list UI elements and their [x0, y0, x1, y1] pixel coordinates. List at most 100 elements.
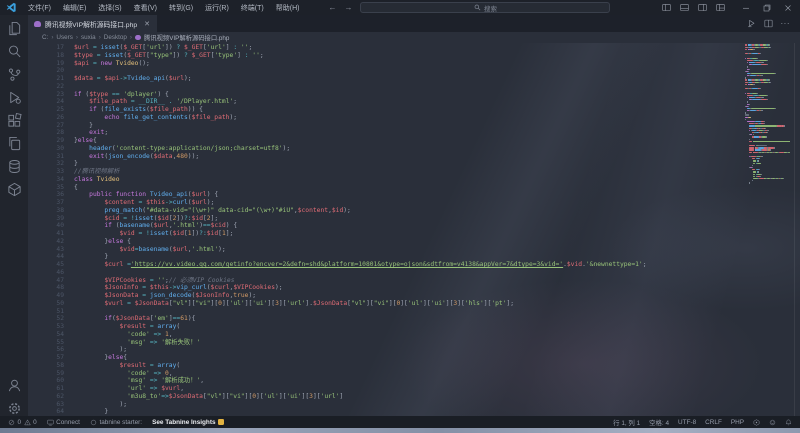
tabnine-insights-button[interactable]: See Tabnine Insights — [152, 419, 224, 426]
database-extension-icon[interactable] — [7, 159, 22, 174]
tabnine-logo-icon[interactable] — [753, 419, 760, 426]
back-arrow-icon[interactable]: ← — [328, 3, 336, 12]
code-line[interactable]: 60 'msg' => '解析成功！', — [28, 377, 800, 385]
code-line[interactable]: 47 $VIPCookies = '';// 必须VIP Cookies — [28, 277, 800, 285]
code-line[interactable]: 57 }else{ — [28, 354, 800, 362]
settings-gear-icon[interactable] — [7, 401, 22, 416]
code-line[interactable]: 20 — [28, 67, 800, 75]
cursor-position[interactable]: 行 1, 列 1 — [613, 418, 640, 427]
extensions-icon[interactable] — [7, 113, 22, 128]
restore-button[interactable] — [763, 4, 771, 12]
code-line[interactable]: 50 $vurl = $JsonData["vl"]["vi"][0]['ul'… — [28, 300, 800, 308]
encoding-status[interactable]: UTF-8 — [678, 419, 696, 426]
code-line[interactable]: 34class Tvideo — [28, 176, 800, 184]
menu-item[interactable]: 查看(V) — [129, 1, 162, 15]
code-line[interactable]: 28 exit; — [28, 129, 800, 137]
code-line[interactable]: 18$type = isset($_GET["type"]) ? $_GET['… — [28, 52, 800, 60]
code-line[interactable]: 64 } — [28, 408, 800, 416]
code-line[interactable]: 39 $cid = !isset($id[2])?:$id[2]; — [28, 215, 800, 223]
menu-item[interactable]: 选择(S) — [93, 1, 126, 15]
run-debug-icon[interactable] — [7, 90, 22, 105]
code-line[interactable]: 46 — [28, 269, 800, 277]
code-line[interactable]: 32} — [28, 160, 800, 168]
tab-close-icon[interactable]: ✕ — [144, 20, 150, 28]
toggle-panel-icon[interactable] — [680, 3, 689, 12]
code-line[interactable]: 21$data = $api->Tvideo_api($url); — [28, 75, 800, 83]
forward-arrow-icon[interactable]: → — [344, 3, 352, 12]
pages-extension-icon[interactable] — [7, 136, 22, 151]
menu-item[interactable]: 运行(R) — [200, 1, 234, 15]
breadcrumb[interactable]: C:›Users›suxia›Desktop › 腾讯视频VIP解析源码接口.p… — [28, 32, 800, 43]
connect-status[interactable]: Connect — [47, 419, 80, 426]
breadcrumb-file[interactable]: 腾讯视频VIP解析源码接口.php — [135, 33, 229, 42]
run-code-icon[interactable] — [747, 19, 756, 28]
code-line[interactable]: 56 ); — [28, 346, 800, 354]
menu-item[interactable]: 编辑(E) — [58, 1, 91, 15]
menu-item[interactable]: 文件(F) — [23, 1, 56, 15]
toggle-secondary-sidebar-icon[interactable] — [698, 3, 707, 12]
code-line[interactable]: 48 $JsonInfo = $this->vip_curl($curl,$VI… — [28, 284, 800, 292]
code-line[interactable]: 62 'm3u8_to'=>$JsonData["vl"]["vi"][0]['… — [28, 393, 800, 401]
code-line[interactable]: 25 if (file_exists($file_path)) { — [28, 106, 800, 114]
code-line[interactable]: 41 $vid = !isset($id[1])?:$id[1]; — [28, 230, 800, 238]
code-line[interactable]: 38 preg_match("#data-vid="(\w+)" data-ci… — [28, 207, 800, 215]
toggle-sidebar-icon[interactable] — [662, 3, 671, 12]
scrollbar[interactable] — [794, 43, 795, 416]
code-line[interactable]: 55 'msg' => '解析失败！' — [28, 339, 800, 347]
code-line[interactable]: 40 if (basename($url,'.html')==$cid) { — [28, 222, 800, 230]
breadcrumb-segment[interactable]: C: — [42, 34, 48, 41]
account-icon[interactable] — [7, 378, 22, 393]
code-line[interactable]: 22 — [28, 83, 800, 91]
explorer-icon[interactable] — [7, 21, 22, 36]
more-actions-icon[interactable]: ··· — [781, 19, 791, 28]
code-line[interactable]: 63 ); — [28, 401, 800, 409]
search-input[interactable]: 搜索 — [360, 2, 610, 13]
menu-item[interactable]: 转到(G) — [164, 1, 198, 15]
feedback-icon[interactable] — [769, 419, 776, 426]
code-line[interactable]: 19$api = new Tvideo(); — [28, 60, 800, 68]
menu-item[interactable]: 帮助(H) — [271, 1, 305, 15]
code-line[interactable]: 43 $vid=basename($url,'.html'); — [28, 246, 800, 254]
breadcrumb-segment[interactable]: Users — [56, 34, 72, 41]
code-line[interactable]: 58 $result = array( — [28, 362, 800, 370]
code-line[interactable]: 23if ($type == 'dplayer') { — [28, 91, 800, 99]
code-line[interactable]: 44 } — [28, 253, 800, 261]
split-editor-icon[interactable] — [764, 19, 773, 28]
package-extension-icon[interactable] — [7, 182, 22, 197]
menu-item[interactable]: 终端(T) — [236, 1, 269, 15]
code-line[interactable]: 30 header('content-type:application/json… — [28, 145, 800, 153]
code-line[interactable]: 33//腾讯视频解析 — [28, 168, 800, 176]
language-mode[interactable]: PHP — [731, 419, 744, 426]
code-line[interactable]: 24 $file_path = __DIR__ . '/DPlayer.html… — [28, 98, 800, 106]
code-line[interactable]: 26 echo file_get_contents($file_path); — [28, 114, 800, 122]
customize-layout-icon[interactable] — [716, 3, 725, 12]
code-line[interactable]: 42 }else { — [28, 238, 800, 246]
code-line[interactable]: 35{ — [28, 184, 800, 192]
search-sidebar-icon[interactable] — [7, 44, 22, 59]
code-line[interactable]: 45 $curl ='https://vv.video.qq.com/getin… — [28, 261, 800, 269]
code-line[interactable]: 53 $result = array( — [28, 323, 800, 331]
code-line[interactable]: 61 'url' => $vurl, — [28, 385, 800, 393]
code-line[interactable]: 49 $JsonData = json_decode($JsonInfo,tru… — [28, 292, 800, 300]
eol-status[interactable]: CRLF — [705, 419, 722, 426]
minimap[interactable] — [745, 44, 790, 184]
close-window-button[interactable] — [784, 4, 792, 12]
code-line[interactable]: 31 exit(json_encode($data,480)); — [28, 153, 800, 161]
code-line[interactable]: 52 if($JsonData['em']==61){ — [28, 315, 800, 323]
code-line[interactable]: 36 public function Tvideo_api($url) { — [28, 191, 800, 199]
source-control-icon[interactable] — [7, 67, 22, 82]
tab-php-file[interactable]: 腾讯视频VIP解析源码接口.php ✕ — [28, 15, 157, 32]
indentation-status[interactable]: 空格: 4 — [649, 418, 669, 427]
code-line[interactable]: 54 'code' => 1, — [28, 331, 800, 339]
code-line[interactable]: 29}else{ — [28, 137, 800, 145]
minimize-button[interactable] — [742, 4, 750, 12]
breadcrumb-segment[interactable]: Desktop — [104, 34, 127, 41]
notifications-bell-icon[interactable] — [785, 419, 792, 426]
code-editor[interactable]: 17$url = isset($_GET['url']) ? $_GET['ur… — [28, 43, 800, 416]
tabnine-status[interactable]: tabnine starter: — [90, 419, 142, 426]
code-line[interactable]: 17$url = isset($_GET['url']) ? $_GET['ur… — [28, 44, 800, 52]
code-line[interactable]: 27 } — [28, 122, 800, 130]
code-line[interactable]: 51 — [28, 308, 800, 316]
problems-status[interactable]: 0 0 — [8, 419, 37, 426]
breadcrumb-segment[interactable]: suxia — [81, 34, 96, 41]
